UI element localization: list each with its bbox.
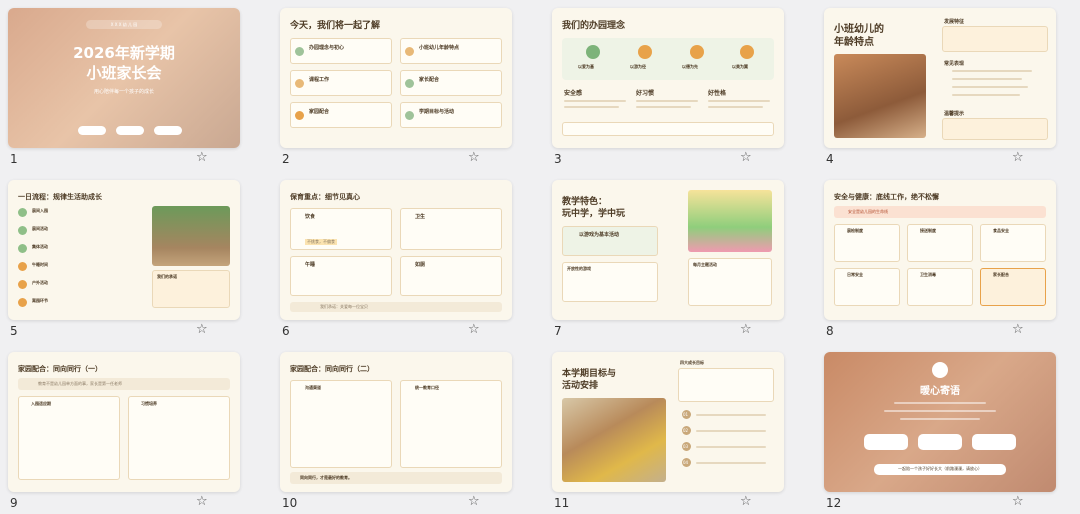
slide-thumb-10[interactable]: 家园配合：同向同行（二） 沟通渠道 统一教育口径 同向同行，才是最好的教育。 1…: [272, 344, 520, 512]
slide-preview[interactable]: 本学期目标与 活动安排 四大成长目标 01 02 03 04: [552, 352, 784, 492]
slide-thumb-7[interactable]: 教学特色： 玩中学，学中玩 以游戏为基本活动 开放性的游戏 每月主题活动 7 ☆: [544, 172, 792, 340]
slide-preview[interactable]: 安全与健康：底线工作，绝不松懈 安全是幼儿园的生命线 晨检制度 接送制度 食品安…: [824, 180, 1056, 320]
slide-number: 6: [282, 324, 290, 338]
slide-preview[interactable]: 家园配合：同向同行（一） 教育不是幼儿园单方面的事，家长是第一任老师 入园适应期…: [8, 352, 240, 492]
star-icon[interactable]: ☆: [196, 150, 208, 165]
slide-number: 12: [826, 496, 842, 510]
star-icon[interactable]: ☆: [1012, 150, 1024, 165]
slide-preview[interactable]: 教学特色： 玩中学，学中玩 以游戏为基本活动 开放性的游戏 每月主题活动: [552, 180, 784, 320]
slide-title: 家园配合：同向同行（一）: [18, 365, 102, 373]
slide-title: 一日流程：规律生活助成长: [18, 193, 102, 201]
slide-number: 7: [554, 324, 562, 338]
slide-number: 4: [826, 152, 834, 166]
star-badge-icon: [690, 45, 704, 59]
agenda-card: 课程工作: [290, 70, 392, 96]
star-icon[interactable]: ☆: [740, 150, 752, 165]
slide-number: 2: [282, 152, 290, 166]
slide-button: [972, 434, 1016, 450]
class-photo: [562, 398, 666, 482]
slide-number: 9: [10, 496, 18, 510]
slide-thumb-4[interactable]: 小班幼儿的 年龄特点 发展特征 常见表现 温馨提示 4 ☆: [816, 0, 1064, 168]
star-icon[interactable]: ☆: [1012, 494, 1024, 509]
slide-title: 家园配合：同向同行（二）: [290, 365, 374, 373]
footer-note: [562, 122, 774, 136]
slide-subtitle: 小班家长会: [86, 64, 162, 82]
slide-thumb-6[interactable]: 保育重点：细节见真心 饮食 不挑食，不偏食 卫生 午睡 如厕 我们承诺：关爱每一位…: [272, 172, 520, 340]
outdoor-photo: [152, 206, 230, 266]
slide-number: 11: [554, 496, 570, 510]
star-icon[interactable]: ☆: [468, 150, 480, 165]
slide-number: 8: [826, 324, 834, 338]
agenda-card: 家长配合: [400, 70, 502, 96]
slide-thumb-9[interactable]: 家园配合：同向同行（一） 教育不是幼儿园单方面的事，家长是第一任老师 入园适应期…: [0, 344, 248, 512]
slide-title: 暖心寄语: [920, 386, 960, 397]
slide-number: 10: [282, 496, 298, 510]
tagline: 用心陪伴每一个孩子的成长: [93, 89, 154, 95]
star-icon[interactable]: ☆: [1012, 322, 1024, 337]
slide-title-2: 活动安排: [562, 381, 599, 391]
slide-preview[interactable]: 一日流程：规律生活助成长 晨间入园 晨间活动 集体活动 午睡时间 户外活动 离园…: [8, 180, 240, 320]
school-badge: X X X 幼 儿 园: [86, 20, 162, 29]
slide-thumb-5[interactable]: 一日流程：规律生活助成长 晨间入园 晨间活动 集体活动 午睡时间 户外活动 离园…: [0, 172, 248, 340]
slide-preview[interactable]: 今天，我们将一起了解 办园理念与初心 小班幼儿年龄特点 课程工作 家长配合 家园…: [280, 8, 512, 148]
drawing-image: [688, 190, 772, 252]
slide-thumb-3[interactable]: 我们的办园理念 以爱为基 以游为径 以德为先 以美为翼 安全感 好习惯 好性格 …: [544, 0, 792, 168]
star-icon[interactable]: ☆: [740, 494, 752, 509]
smile-icon: [638, 45, 652, 59]
slide-grid: X X X 幼 儿 园 2026年新学期 小班家长会 用心陪伴每一个孩子的成长 …: [0, 0, 1080, 514]
agenda-card: 学期目标与活动: [400, 102, 502, 128]
slide-number: 5: [10, 324, 18, 338]
agenda-card: 办园理念与初心: [290, 38, 392, 64]
slide-thumb-1[interactable]: X X X 幼 儿 园 2026年新学期 小班家长会 用心陪伴每一个孩子的成长 …: [0, 0, 248, 168]
slide-preview[interactable]: 我们的办园理念 以爱为基 以游为径 以德为先 以美为翼 安全感 好习惯 好性格: [552, 8, 784, 148]
slide-title: 我们的办园理念: [562, 21, 626, 31]
slide-title: 保育重点：细节见真心: [290, 193, 360, 201]
slide-button: [918, 434, 962, 450]
slide-thumb-8[interactable]: 安全与健康：底线工作，绝不松懈 安全是幼儿园的生命线 晨检制度 接送制度 食品安…: [816, 172, 1064, 340]
child-photo: [834, 54, 926, 138]
slide-thumb-2[interactable]: 今天，我们将一起了解 办园理念与初心 小班幼儿年龄特点 课程工作 家长配合 家园…: [272, 0, 520, 168]
slide-title-2: 玩中学，学中玩: [562, 209, 626, 219]
star-icon[interactable]: ☆: [468, 322, 480, 337]
heart-icon: [586, 45, 600, 59]
slide-preview[interactable]: X X X 幼 儿 园 2026年新学期 小班家长会 用心陪伴每一个孩子的成长: [8, 8, 240, 148]
slide-thumb-11[interactable]: 本学期目标与 活动安排 四大成长目标 01 02 03 04 11 ☆: [544, 344, 792, 512]
slide-title-2: 年龄特点: [834, 37, 874, 48]
slide-title: 安全与健康：底线工作，绝不松懈: [834, 193, 939, 201]
agenda-card: 小班幼儿年龄特点: [400, 38, 502, 64]
slide-preview[interactable]: 保育重点：细节见真心 饮食 不挑食，不偏食 卫生 午睡 如厕 我们承诺：关爱每一位…: [280, 180, 512, 320]
slide-title: 2026年新学期: [73, 44, 175, 62]
star-icon[interactable]: ☆: [196, 494, 208, 509]
slide-preview[interactable]: 暖心寄语 一起陪一个孩子好好长大（前路漫漫，请放心）: [824, 352, 1056, 492]
slide-preview[interactable]: 家园配合：同向同行（二） 沟通渠道 统一教育口径 同向同行，才是最好的教育。: [280, 352, 512, 492]
slide-button: [864, 434, 908, 450]
heart-icon: [932, 362, 948, 378]
slide-number: 3: [554, 152, 562, 166]
slide-button: [154, 126, 182, 135]
flower-icon: [740, 45, 754, 59]
slide-thumb-12[interactable]: 暖心寄语 一起陪一个孩子好好长大（前路漫漫，请放心） 12 ☆: [816, 344, 1064, 512]
slide-number: 1: [10, 152, 18, 166]
slide-button: [78, 126, 106, 135]
star-icon[interactable]: ☆: [196, 322, 208, 337]
slide-preview[interactable]: 小班幼儿的 年龄特点 发展特征 常见表现 温馨提示: [824, 8, 1056, 148]
agenda-card: 家园配合: [290, 102, 392, 128]
closing-note: 一起陪一个孩子好好长大（前路漫漫，请放心）: [874, 464, 1006, 475]
slide-title: 今天，我们将一起了解: [290, 21, 381, 31]
star-icon[interactable]: ☆: [468, 494, 480, 509]
star-icon[interactable]: ☆: [740, 322, 752, 337]
slide-button: [116, 126, 144, 135]
